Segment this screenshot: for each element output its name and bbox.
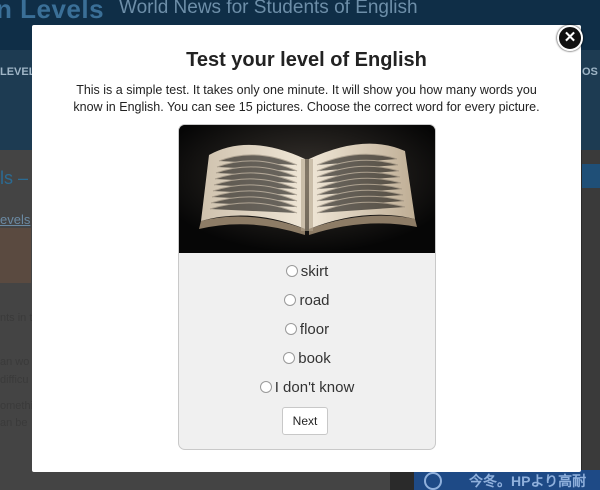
modal-title: Test your level of English [186, 49, 427, 71]
level-test-modal: Test your level of English This is a sim… [32, 25, 581, 472]
option-label: floor [299, 320, 330, 338]
radio-button[interactable] [285, 265, 298, 277]
option-label: I don't know [274, 378, 355, 396]
option-book[interactable]: book [179, 346, 435, 370]
quiz-picture [179, 125, 435, 253]
article-photo [0, 228, 31, 283]
article-text-line: nts in t [0, 312, 33, 324]
option-label: book [298, 349, 331, 367]
site-logo[interactable]: n Levels [0, 0, 104, 25]
radio-button[interactable] [259, 381, 272, 393]
option-dont-know[interactable]: I don't know [179, 375, 435, 399]
option-label: road [299, 291, 330, 309]
radio-button[interactable] [284, 294, 297, 306]
hp-logo-icon [424, 472, 442, 490]
radio-button[interactable] [284, 323, 297, 335]
nav-item-levels[interactable]: LEVEL [0, 66, 35, 78]
nav-item-right[interactable]: OS [582, 66, 598, 78]
article-link[interactable]: evels [0, 212, 30, 227]
ad-text: 今冬。HPより高耐 [469, 473, 587, 489]
advertisement[interactable]: 今冬。HPより高耐 [414, 470, 600, 490]
open-book-icon [179, 125, 435, 253]
option-label: skirt [300, 262, 329, 280]
option-skirt[interactable]: skirt [179, 259, 435, 283]
right-column-strip [582, 164, 600, 188]
article-title: ls – [0, 168, 29, 188]
article-text-line: omethi [0, 400, 34, 412]
quiz-card: skirt road floor book I don't know Next [178, 124, 436, 450]
article-text-line: an wo [0, 356, 30, 368]
article-text-line: difficu [0, 374, 29, 386]
modal-description: This is a simple test. It takes only one… [73, 83, 540, 114]
radio-button[interactable] [283, 352, 296, 364]
right-column [582, 150, 600, 490]
option-floor[interactable]: floor [179, 317, 435, 341]
close-icon[interactable]: ✕ [557, 25, 583, 51]
option-road[interactable]: road [179, 288, 435, 312]
site-tagline: World News for Students of English [119, 0, 418, 18]
next-button[interactable]: Next [282, 407, 328, 435]
article-text-line: an be [0, 417, 28, 429]
